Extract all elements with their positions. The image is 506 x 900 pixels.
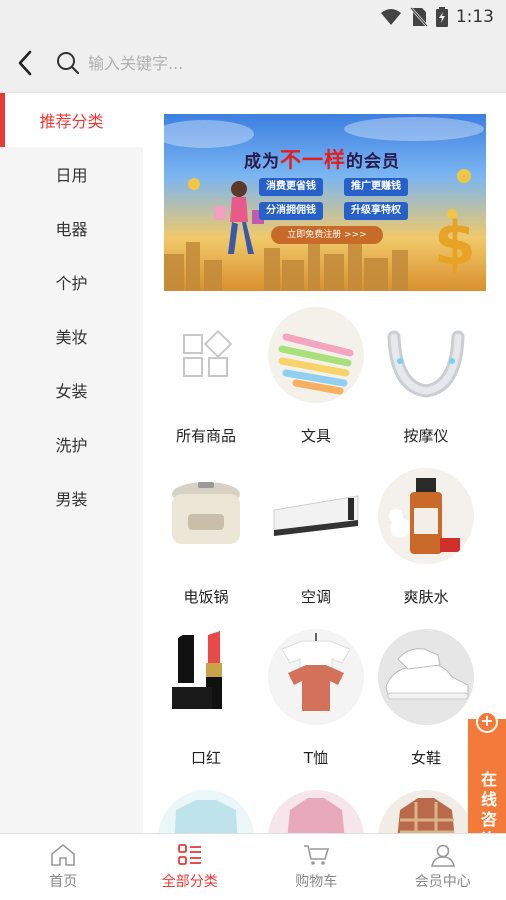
category-label: 所有商品 bbox=[175, 427, 236, 445]
pencils-image bbox=[268, 307, 364, 403]
tab-label: 会员中心 bbox=[414, 874, 471, 890]
sidebar-item-makeup[interactable]: 美妆 bbox=[0, 309, 143, 363]
sidebar-item-label: 女装 bbox=[55, 382, 88, 401]
sidebar-item-womens-wear[interactable]: 女装 bbox=[0, 363, 143, 417]
no-sim-icon bbox=[409, 7, 428, 27]
category-item-womens-shoes[interactable]: 女鞋 bbox=[371, 629, 481, 768]
tab-cart[interactable]: 购物车 bbox=[253, 834, 380, 900]
plaid-shirt-image bbox=[378, 790, 474, 833]
tab-member-center[interactable]: 会员中心 bbox=[380, 834, 506, 900]
category-sidebar: 推荐分类 日用 电器 个护 美妆 女装 洗护 男装 bbox=[0, 93, 143, 833]
sidebar-item-label: 电器 bbox=[55, 220, 88, 239]
home-icon bbox=[51, 843, 76, 866]
sidebar-item-personal-care[interactable]: 个护 bbox=[0, 255, 143, 309]
toner-bottle-image bbox=[378, 468, 474, 564]
back-button[interactable] bbox=[0, 34, 50, 92]
tab-all-categories[interactable]: 全部分类 bbox=[127, 834, 254, 900]
rice-cooker-image bbox=[158, 468, 254, 564]
coat-image bbox=[268, 790, 364, 833]
category-item-toner[interactable]: 爽肤水 bbox=[371, 468, 481, 607]
sidebar-item-label: 日用 bbox=[55, 166, 88, 185]
status-bar: 1:13 bbox=[0, 0, 506, 34]
battery-charging-icon bbox=[435, 7, 448, 27]
sidebar-item-mens-wear[interactable]: 男装 bbox=[0, 471, 143, 525]
sidebar-item-washing-care[interactable]: 洗护 bbox=[0, 417, 143, 471]
main-area: 推荐分类 日用 电器 个护 美妆 女装 洗护 男装 $ 成为不一样的会员 消费更… bbox=[0, 93, 506, 863]
category-item-air-conditioner[interactable]: 空调 bbox=[261, 468, 371, 607]
sidebar-item-label: 推荐分类 bbox=[39, 112, 104, 131]
sidebar-item-label: 洗护 bbox=[55, 436, 88, 455]
search-input[interactable] bbox=[88, 53, 388, 73]
air-conditioner-image bbox=[268, 468, 364, 564]
cart-icon bbox=[304, 845, 330, 865]
sidebar-item-daily[interactable]: 日用 bbox=[0, 147, 143, 201]
category-label: 口红 bbox=[190, 749, 221, 767]
search-bar[interactable] bbox=[50, 43, 492, 83]
svg-text:$: $ bbox=[434, 209, 476, 279]
category-item-massager[interactable]: 按摩仪 bbox=[371, 307, 481, 446]
user-icon bbox=[430, 844, 455, 867]
category-label: 女鞋 bbox=[410, 749, 441, 767]
neck-massager-image bbox=[378, 307, 474, 403]
lipstick-image bbox=[158, 629, 254, 725]
category-content: $ 成为不一样的会员 消费更省钱 推广更赚钱 分消拥佣钱 升级享特权 立即免费注… bbox=[143, 93, 506, 833]
category-item-stationery[interactable]: 文具 bbox=[261, 307, 371, 446]
banner-tag: 消费更省钱 bbox=[259, 178, 323, 196]
bottom-tab-bar: 首页 全部分类 购物车 会员中心 bbox=[0, 833, 506, 900]
category-item-sweater[interactable] bbox=[151, 790, 261, 833]
category-item-shirt[interactable] bbox=[371, 790, 481, 833]
tab-label: 全部分类 bbox=[161, 874, 218, 890]
category-item-lipstick[interactable]: 口红 bbox=[151, 629, 261, 768]
category-label: 爽肤水 bbox=[403, 588, 449, 606]
category-label: 空调 bbox=[300, 588, 331, 606]
sidebar-item-label: 男装 bbox=[55, 490, 88, 509]
plus-icon: + bbox=[476, 711, 498, 733]
tshirt-image bbox=[268, 629, 364, 725]
banner-tag: 分消拥佣钱 bbox=[259, 202, 323, 220]
register-cta: 立即免费注册 >>> bbox=[271, 226, 383, 244]
tab-label: 购物车 bbox=[295, 874, 338, 890]
grid-icon bbox=[158, 307, 254, 403]
category-label: 文具 bbox=[300, 427, 331, 445]
tab-home[interactable]: 首页 bbox=[0, 834, 127, 900]
sidebar-item-label: 美妆 bbox=[55, 328, 88, 347]
category-label: 按摩仪 bbox=[403, 427, 449, 445]
wifi-icon bbox=[380, 8, 402, 26]
category-icon bbox=[177, 844, 201, 865]
banner-tag: 升级享特权 bbox=[344, 202, 408, 220]
category-item-tshirt[interactable]: T恤 bbox=[261, 629, 371, 768]
search-icon bbox=[56, 51, 80, 75]
chevron-left-icon bbox=[18, 50, 32, 76]
category-item-rice-cooker[interactable]: 电饭锅 bbox=[151, 468, 261, 607]
sweater-image bbox=[158, 790, 254, 833]
banner-tag: 推广更赚钱 bbox=[344, 178, 408, 196]
category-item-coat[interactable] bbox=[261, 790, 371, 833]
sidebar-item-recommended[interactable]: 推荐分类 bbox=[0, 93, 143, 147]
status-time: 1:13 bbox=[455, 7, 494, 27]
member-promo-banner[interactable]: $ 成为不一样的会员 消费更省钱 推广更赚钱 分消拥佣钱 升级享特权 立即免费注… bbox=[164, 114, 486, 291]
category-label: T恤 bbox=[303, 749, 329, 767]
sidebar-item-appliances[interactable]: 电器 bbox=[0, 201, 143, 255]
top-bar bbox=[0, 34, 506, 92]
banner-title: 成为不一样的会员 bbox=[244, 148, 400, 172]
category-item-all[interactable]: 所有商品 bbox=[151, 307, 261, 446]
sneakers-image bbox=[378, 629, 474, 725]
tab-label: 首页 bbox=[49, 874, 78, 890]
sidebar-item-label: 个护 bbox=[55, 274, 88, 293]
category-label: 电饭锅 bbox=[183, 588, 229, 606]
